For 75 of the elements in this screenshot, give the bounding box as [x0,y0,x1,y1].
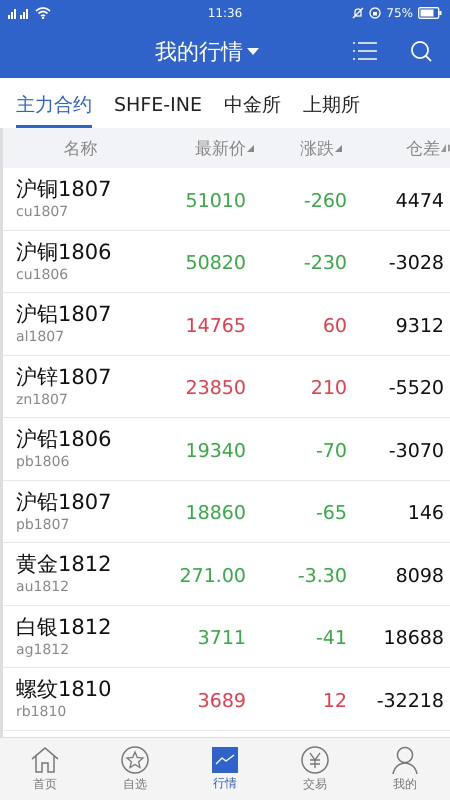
wifi-icon [35,6,51,18]
contract-name: 沪铜1806 [16,238,112,266]
contract-name: 黄金1812 [16,551,112,578]
exchange-tab[interactable]: 上期所 [302,78,360,128]
contract-code: pb1806 [16,453,70,472]
contract-code: rb1810 [16,703,68,722]
menu-icon[interactable] [353,41,377,61]
exchange-tab[interactable]: 中金所 [224,78,281,128]
oi-change-cell-text: -3070 [388,438,445,462]
home-icon [30,746,60,774]
change-cell-text: -70 [314,438,347,462]
contract-code: cu1807 [16,203,70,222]
price-cell-text: 18860 [184,501,246,524]
change-cell-text: 60 [322,314,347,337]
contract-code: ag1812 [16,640,70,659]
status-time: 11:36 [208,6,242,20]
nav-tab[interactable]: 交易 [280,746,350,792]
oi-change-cell-text: 4474 [394,188,445,212]
contract-code: al1807 [16,328,66,346]
battery-percent: 75% [386,6,413,20]
yen-icon [301,746,329,774]
oi-change-cell-text: 18688 [382,626,445,650]
column-header[interactable]: 名称 [64,136,98,160]
oi-change-cell-text: -3028 [388,251,445,274]
contract-name: 白银1812 [16,614,112,641]
signal-icon [8,6,30,18]
sort-icon[interactable] [335,144,342,152]
contract-code: pb1807 [16,516,70,534]
person-icon [392,746,418,774]
sort-icon[interactable] [247,144,254,152]
search-icon[interactable] [410,40,432,62]
contract-code: zn1807 [16,390,69,409]
change-cell-text: 210 [310,376,347,400]
column-header[interactable]: 最新价 [195,136,246,160]
lock-icon [369,6,382,18]
contract-name: 沪铜1807 [16,176,112,204]
change-cell-text: -3.30 [296,564,347,587]
price-cell-text: 14765 [184,314,246,337]
price-cell-text: 3711 [196,626,246,650]
nav-tab[interactable]: 首页 [10,746,80,792]
exchange-tab[interactable]: SHFE-INE [114,78,202,128]
contract-code: au1812 [16,578,70,596]
chart-icon [212,746,238,772]
price-cell-text: 51010 [184,188,246,212]
sort-icon[interactable] [441,144,450,152]
price-cell-text: 23850 [184,376,246,400]
battery-icon [418,6,442,18]
nav-tab[interactable]: 行情 [190,746,260,792]
nav-tab[interactable]: 自选 [100,746,170,792]
price-cell-text: 19340 [184,438,246,462]
contract-name: 沪锌1807 [16,364,112,391]
oi-change-cell-text: 8098 [394,564,445,587]
contract-name: 螺纹1810 [16,676,112,704]
nav-tab[interactable]: 我的 [370,746,440,792]
price-cell-text: 271.00 [178,564,246,587]
column-header[interactable]: 涨跌 [300,136,334,160]
change-cell-text: 12 [322,688,347,712]
price-cell-text: 50820 [184,251,246,274]
change-cell-text: -65 [314,501,347,524]
contract-name: 沪铝1807 [16,301,112,328]
mute-icon [352,6,364,18]
column-header[interactable]: 仓差 [406,136,440,160]
caret-icon[interactable] [247,48,259,56]
change-cell-text: -260 [302,188,347,212]
oi-change-cell-text: -5520 [388,376,445,400]
contract-code: cu1806 [16,266,70,284]
contract-name: 沪铅1807 [16,488,112,516]
change-cell-text: -230 [302,251,347,274]
title-dropdown[interactable]: 我的行情 [155,36,243,66]
oi-change-cell-text: 146 [406,501,445,524]
oi-change-cell-text: 9312 [394,314,445,337]
change-cell-text: -41 [314,626,347,650]
contract-name: 沪铅1806 [16,426,112,454]
price-cell-text: 3689 [196,688,246,712]
oi-change-cell-text: -32218 [376,688,445,712]
